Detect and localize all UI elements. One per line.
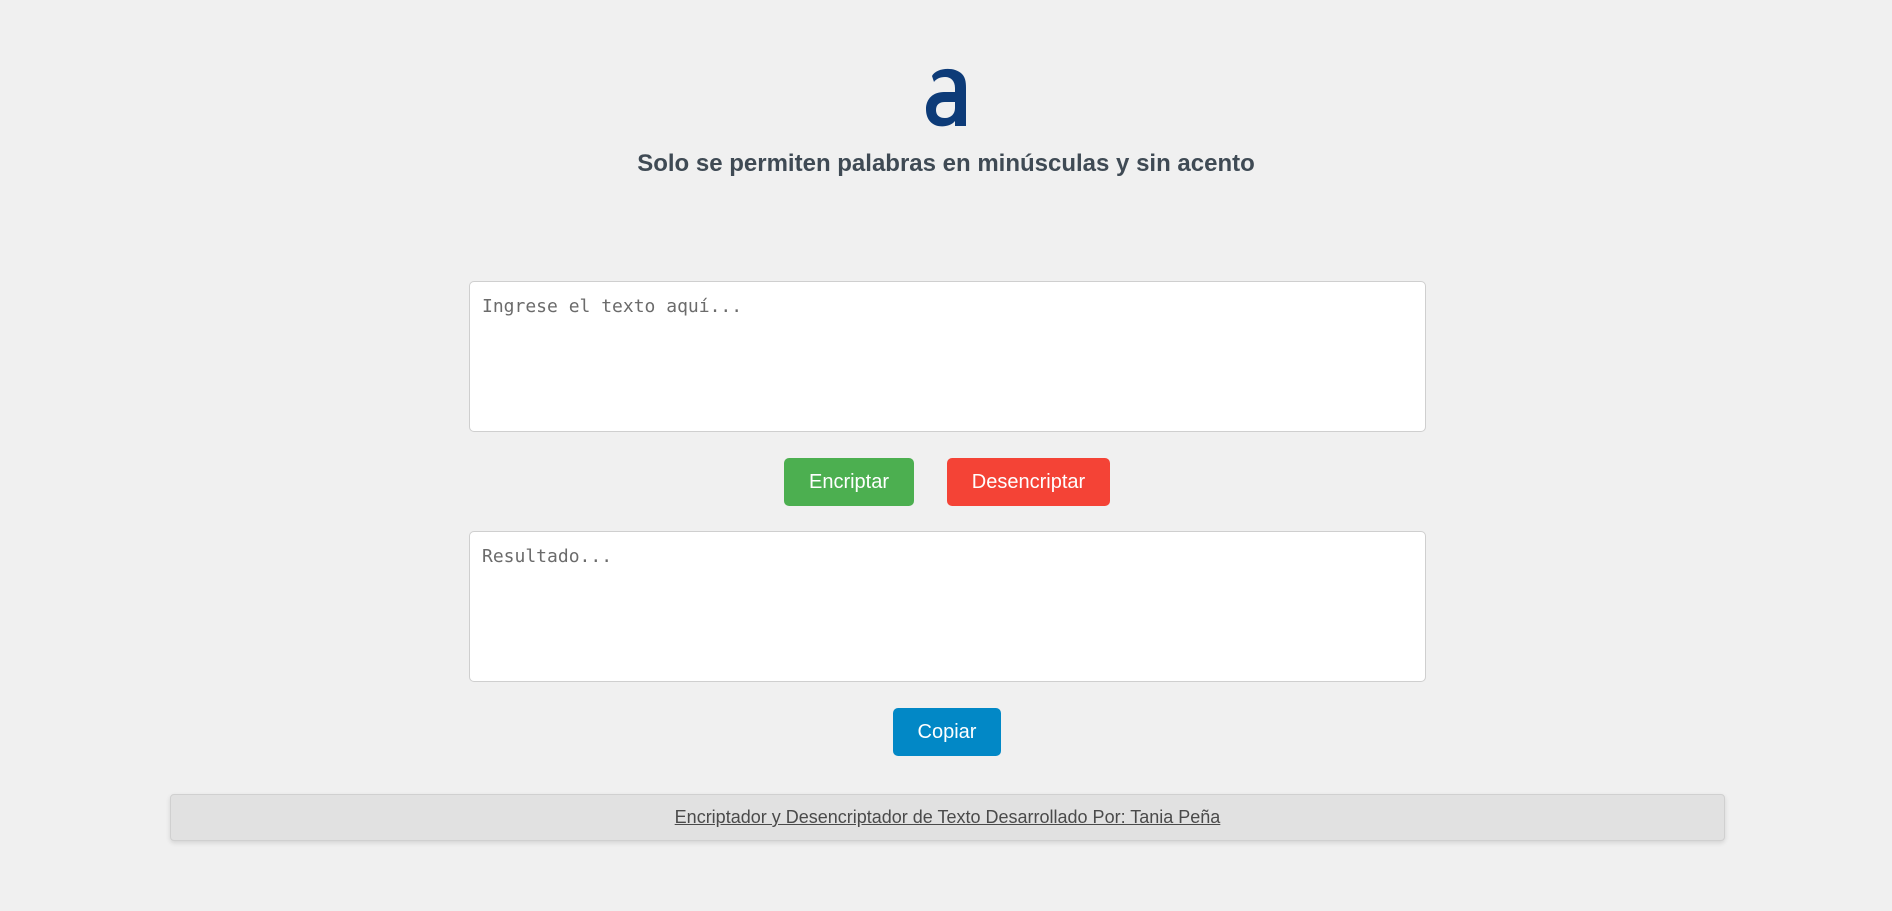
page: Solo se permiten palabras en minúsculas … [0, 0, 1892, 911]
footer-credit-link[interactable]: Encriptador y Desencriptador de Texto De… [675, 807, 1221, 828]
decrypt-button[interactable]: Desencriptar [947, 458, 1110, 506]
logo-icon [924, 64, 968, 128]
page-subtitle: Solo se permiten palabras en minúsculas … [637, 150, 1255, 177]
copy-button[interactable]: Copiar [893, 708, 1001, 756]
footer: Encriptador y Desencriptador de Texto De… [170, 794, 1725, 841]
encrypt-button[interactable]: Encriptar [784, 458, 914, 506]
result-textarea[interactable] [469, 531, 1426, 682]
input-textarea[interactable] [469, 281, 1426, 432]
